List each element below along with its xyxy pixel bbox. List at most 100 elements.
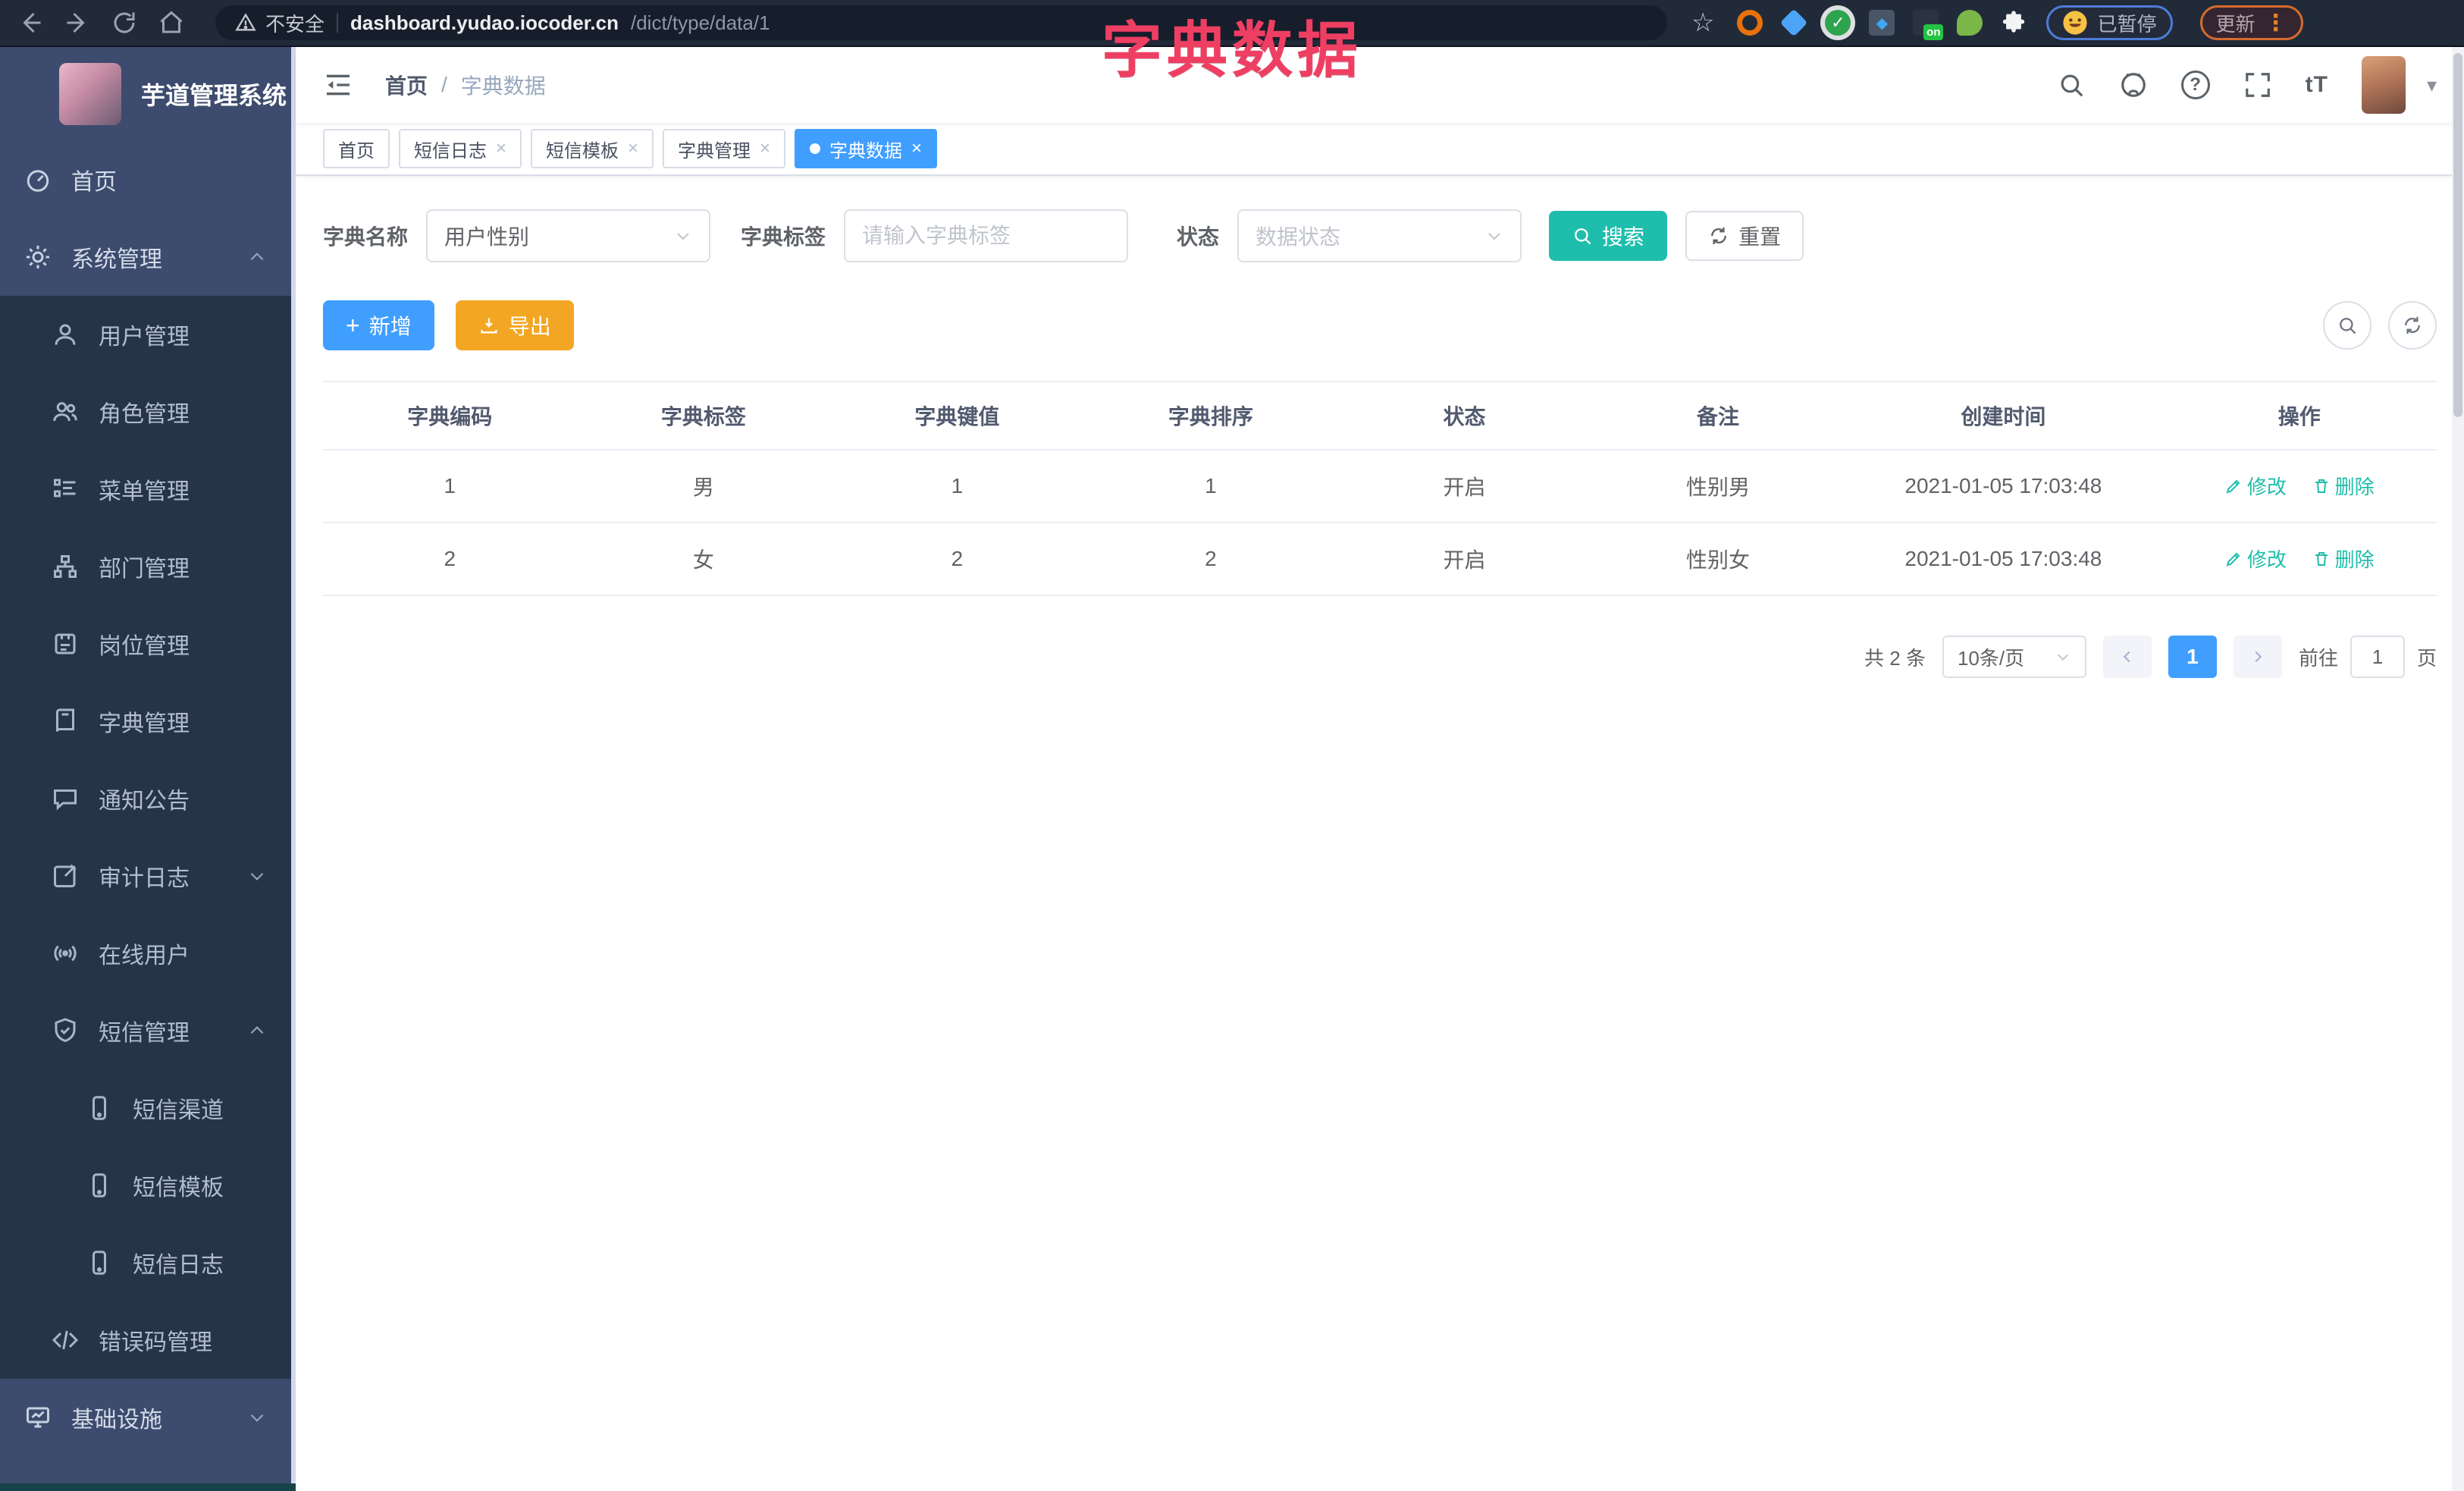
chevron-down-icon[interactable]: ▾ [2427, 74, 2437, 97]
sidebar-item-role-management[interactable]: 角色管理 [0, 373, 296, 450]
sidebar-item-infrastructure[interactable]: 基础设施 [0, 1379, 296, 1456]
total-count: 共 2 条 [1864, 646, 1926, 670]
shield-check-icon [55, 1018, 76, 1043]
sidebar-item-dict-management[interactable]: 字典管理 [0, 683, 296, 760]
page-size-select[interactable]: 10条/页 [1942, 636, 2086, 678]
close-icon[interactable]: × [496, 138, 506, 159]
profile-paused-chip[interactable]: 已暂停 [2046, 5, 2173, 40]
cell-label: 女 [576, 523, 831, 596]
browser-update-button[interactable]: 更新 ⋮ [2199, 5, 2303, 40]
refresh-table-button[interactable] [2388, 301, 2437, 350]
dict-label-field[interactable] [862, 224, 1111, 248]
scrollbar-thumb[interactable] [2453, 53, 2462, 417]
col-header: 备注 [1591, 381, 1845, 450]
bookmark-star-icon[interactable]: ☆ [1691, 8, 1714, 38]
sidebar-item-sms-template[interactable]: 短信模板 [0, 1147, 296, 1224]
delete-link[interactable]: 删除 [2312, 545, 2375, 573]
dict-label-input[interactable] [844, 209, 1129, 262]
menu-list-icon [54, 479, 76, 498]
gear-icon [27, 246, 49, 268]
col-header: 字典排序 [1083, 381, 1338, 450]
show-search-button[interactable] [2323, 301, 2372, 350]
browser-reload-icon[interactable] [111, 9, 138, 36]
trash-icon [2315, 551, 2328, 566]
dict-name-select[interactable]: 用户性别 [426, 209, 711, 262]
status-select[interactable]: 数据状态 [1237, 209, 1522, 262]
edit-link[interactable]: 修改 [2224, 545, 2287, 573]
warning-triangle-icon [235, 13, 256, 31]
filter-form: 字典名称 用户性别 字典标签 状态 数据状态 搜索 [323, 209, 2437, 262]
extensions-puzzle-icon[interactable] [2001, 10, 2027, 36]
sidebar-item-sms-management[interactable]: 短信管理 [0, 992, 296, 1069]
tab-home[interactable]: 首页 [323, 129, 390, 168]
font-size-icon[interactable]: tT [2306, 72, 2328, 98]
users-icon [53, 402, 77, 422]
edit-link[interactable]: 修改 [2224, 472, 2287, 500]
audit-log-icon [54, 864, 77, 887]
goto-label: 前往 [2298, 646, 2338, 670]
sidebar-item-user-management[interactable]: 用户管理 [0, 296, 296, 373]
extension-icon[interactable]: on [1913, 10, 1944, 40]
add-button[interactable]: + 新增 [323, 300, 434, 350]
search-icon[interactable] [2057, 71, 2086, 99]
extension-icon[interactable] [1737, 10, 1763, 36]
browser-back-icon[interactable] [17, 9, 44, 36]
reset-button[interactable]: 重置 [1685, 211, 1804, 261]
sidebar-item-audit-log[interactable]: 审计日志 [0, 837, 296, 915]
update-label: 更新 [2215, 12, 2256, 36]
current-page[interactable]: 1 [2168, 636, 2217, 678]
extension-icon[interactable] [1957, 10, 1983, 36]
search-button[interactable]: 搜索 [1549, 211, 1668, 261]
sidebar-item-sms-channel[interactable]: 短信渠道 [0, 1069, 296, 1147]
export-button[interactable]: 导出 [455, 300, 574, 350]
dashboard-icon [27, 170, 49, 192]
user-avatar[interactable] [2361, 56, 2406, 114]
close-icon[interactable]: × [628, 138, 638, 159]
extension-icon[interactable] [1780, 8, 1808, 37]
github-icon[interactable] [2119, 71, 2148, 99]
browser-home-icon[interactable] [158, 9, 185, 36]
sidebar-item-system-management[interactable]: 系统管理 [0, 218, 296, 296]
browser-forward-icon[interactable] [64, 9, 91, 36]
browser-menu-icon[interactable]: ⋮ [2265, 10, 2287, 36]
sidebar-item-department-management[interactable]: 部门管理 [0, 528, 296, 605]
download-icon [481, 318, 497, 334]
tab-dict-data[interactable]: 字典数据 × [795, 129, 938, 168]
close-icon[interactable]: × [911, 138, 922, 159]
sidebar-item-menu-management[interactable]: 菜单管理 [0, 450, 296, 528]
col-header: 字典键值 [830, 381, 1084, 450]
col-header: 状态 [1337, 381, 1591, 450]
cell-actions: 修改 删除 [2161, 450, 2437, 523]
tab-sms-template[interactable]: 短信模板 × [531, 129, 654, 168]
address-bar[interactable]: 不安全 dashboard.yudao.iocoder.cn/dict/type… [215, 5, 1667, 40]
sidebar-item-notice[interactable]: 通知公告 [0, 760, 296, 837]
page-scrollbar[interactable] [2452, 47, 2464, 1491]
sidebar-item-sms-log[interactable]: 短信日志 [0, 1224, 296, 1301]
fullscreen-icon[interactable] [2243, 71, 2272, 99]
close-icon[interactable]: × [760, 138, 770, 159]
delete-link[interactable]: 删除 [2312, 472, 2375, 500]
extension-icon[interactable]: ◆ [1869, 10, 1895, 36]
sidebar-item-error-code[interactable]: 错误码管理 [0, 1301, 296, 1379]
prev-page-button[interactable] [2102, 636, 2152, 678]
breadcrumb-home[interactable]: 首页 [385, 70, 428, 100]
extensions-area: ✓ ◆ on [1737, 8, 2027, 40]
extension-icon[interactable]: ✓ [1825, 10, 1851, 36]
next-page-button[interactable] [2233, 636, 2282, 678]
tab-sms-log[interactable]: 短信日志 × [399, 129, 522, 168]
chevron-right-icon [2255, 651, 2262, 663]
sidebar-item-home[interactable]: 首页 [0, 141, 296, 218]
sidebar-item-post-management[interactable]: 岗位管理 [0, 605, 296, 683]
tab-dict-management[interactable]: 字典管理 × [663, 129, 786, 168]
edit-pencil-icon [2226, 552, 2240, 567]
goto-unit: 页 [2416, 646, 2437, 670]
top-navbar: 首页 / 字典数据 ? tT ▾ [296, 47, 2464, 123]
goto-page-input[interactable] [2350, 636, 2405, 678]
cell-created: 2021-01-05 17:03:48 [1845, 523, 2162, 596]
help-icon[interactable]: ? [2180, 71, 2210, 99]
dict-label-label: 字典标签 [741, 225, 826, 249]
sidebar-item-online-users[interactable]: 在线用户 [0, 915, 296, 992]
security-warning[interactable]: 不安全 [235, 9, 324, 37]
app-logo-row[interactable]: 芋道管理系统 [0, 47, 296, 141]
collapse-sidebar-icon[interactable] [323, 70, 353, 100]
